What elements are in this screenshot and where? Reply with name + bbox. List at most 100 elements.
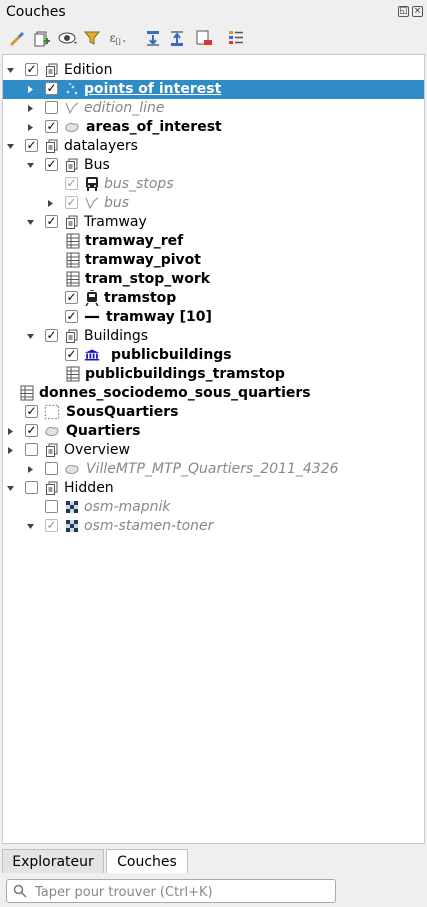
add-group-icon[interactable] [32,28,52,48]
polygon-icon [44,423,60,439]
expand-arrow-icon[interactable] [5,445,15,455]
collapse-arrow-icon[interactable] [5,483,15,493]
collapse-all-icon[interactable] [168,28,188,48]
visibility-icon[interactable] [58,28,78,48]
layer-row[interactable]: tramway_ref [3,232,424,251]
layer-label-datalayers: datalayers [64,138,138,154]
expand-arrow-icon[interactable] [25,464,35,474]
expand-arrow-icon[interactable] [5,426,15,436]
layer-row[interactable]: ✓ datalayers [3,137,424,156]
expand-arrow-icon[interactable] [25,122,35,132]
layer-tree[interactable]: ✓ Edition ✓ points of interest edition_line ✓… [2,54,425,844]
expand-all-icon[interactable] [144,28,164,48]
layer-visibility-checkbox[interactable] [25,443,38,456]
layer-label-overview: Overview [64,442,130,458]
layer-row[interactable]: ✓ bus_stops [3,175,424,194]
layer-row[interactable]: ✓ bus [3,194,424,213]
expand-arrow-icon[interactable] [25,84,35,94]
group-icon [44,442,60,458]
layer-row[interactable]: VilleMTP_MTP_Quartiers_2011_4326 [3,460,424,479]
collapse-arrow-icon[interactable] [5,141,15,151]
layer-row[interactable]: ✓ osm-stamen-toner [3,517,424,536]
style-manager-icon[interactable] [6,28,26,48]
close-panel-icon[interactable]: × [412,6,423,17]
group-icon [44,62,60,78]
layer-visibility-checkbox[interactable]: ✓ [65,196,78,209]
float-panel-icon[interactable]: ◱ [398,6,409,17]
layer-row[interactable]: Hidden [3,479,424,498]
layer-visibility-checkbox[interactable]: ✓ [25,63,38,76]
layer-row[interactable]: tramway_pivot [3,251,424,270]
layer-row[interactable]: ✓ Buildings [3,327,424,346]
search-input[interactable] [33,882,333,902]
layer-visibility-checkbox[interactable]: ✓ [25,405,38,418]
layer-row[interactable]: tram_stop_work [3,270,424,289]
collapse-arrow-icon[interactable] [25,160,35,170]
layer-row[interactable]: ✓ Bus [3,156,424,175]
layer-row[interactable]: ✓ Edition [3,61,424,80]
layer-row[interactable]: ✓ SousQuartiers [3,403,424,422]
polygon-icon [64,119,80,135]
collapse-arrow-icon[interactable] [25,521,35,531]
layer-visibility-checkbox[interactable]: ✓ [45,215,58,228]
layer-visibility-checkbox[interactable] [25,481,38,494]
solid-line-icon [84,309,100,325]
tab-couches[interactable]: Couches [106,849,188,873]
layer-row[interactable]: publicbuildings_tramstop [3,365,424,384]
layer-visibility-checkbox[interactable]: ✓ [65,177,78,190]
layer-visibility-checkbox[interactable]: ✓ [45,82,58,95]
layer-row[interactable]: ✓ tramstop [3,289,424,308]
layer-label-quartiers: Quartiers [66,423,141,439]
table-icon [65,233,81,249]
raster-icon [64,518,80,534]
remove-layer-icon[interactable] [194,28,214,48]
layer-label-bus: bus [104,195,130,211]
dock-tabs: Explorateur Couches [0,847,427,875]
layer-visibility-checkbox[interactable]: ✓ [65,291,78,304]
layer-row[interactable]: ✓ tramway [10] [3,308,424,327]
layer-label-osm-stamen-toner: osm-stamen-toner [84,518,214,534]
layer-row[interactable]: ✓ Tramway [3,213,424,232]
svg-text:[]: [] [116,38,122,46]
layer-row[interactable]: donnes_sociodemo_sous_quartiers [3,384,424,403]
building-icon [84,347,100,363]
panel-titlebar: Couches ◱ × [0,0,427,24]
search-icon [13,884,27,902]
expand-arrow-icon[interactable] [45,198,55,208]
layer-visibility-checkbox[interactable]: ✓ [65,348,78,361]
tab-explorateur[interactable]: Explorateur [2,849,104,873]
layer-row[interactable]: ✓ points of interest [3,80,424,99]
layer-row[interactable]: edition_line [3,99,424,118]
layer-visibility-checkbox[interactable] [45,101,58,114]
filter-icon[interactable] [82,28,102,48]
panel-title: Couches [6,4,66,20]
expression-filter-icon[interactable]: ε[] [108,28,128,48]
layer-visibility-checkbox[interactable]: ✓ [25,424,38,437]
layer-visibility-checkbox[interactable]: ✓ [45,158,58,171]
collapse-arrow-icon[interactable] [25,217,35,227]
layer-label-tram-stop-work: tram_stop_work [85,271,211,287]
collapse-arrow-icon[interactable] [5,65,15,75]
collapse-arrow-icon[interactable] [25,331,35,341]
layer-visibility-checkbox[interactable] [45,500,58,513]
layer-row[interactable]: osm-mapnik [3,498,424,517]
layer-visibility-checkbox[interactable]: ✓ [45,329,58,342]
layer-row[interactable]: ✓ areas_of_interest [3,118,424,137]
group-icon [44,138,60,154]
layer-label-edition: Edition [64,62,113,78]
legend-icon[interactable] [226,28,246,48]
layer-visibility-checkbox[interactable]: ✓ [65,310,78,323]
layer-row[interactable]: ✓ publicbuildings [3,346,424,365]
group-icon [64,157,80,173]
table-icon [65,366,81,382]
layer-visibility-checkbox[interactable]: ✓ [45,519,58,532]
line-icon [64,100,80,116]
group-icon [64,214,80,230]
layer-visibility-checkbox[interactable]: ✓ [25,139,38,152]
layer-visibility-checkbox[interactable]: ✓ [45,120,58,133]
expand-arrow-icon[interactable] [25,103,35,113]
layer-label-tramway-10: tramway [10] [106,309,212,325]
layer-visibility-checkbox[interactable] [45,462,58,475]
layer-row[interactable]: Overview [3,441,424,460]
layer-row[interactable]: ✓ Quartiers [3,422,424,441]
